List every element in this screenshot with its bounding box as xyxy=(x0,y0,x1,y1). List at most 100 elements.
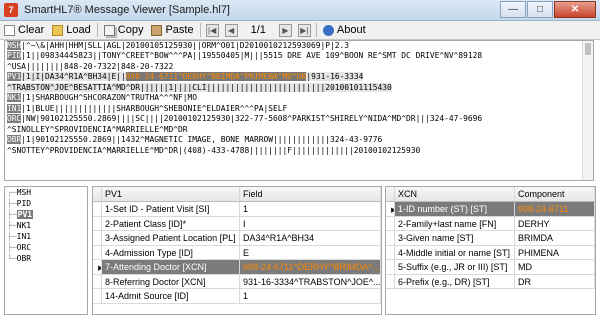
table-row[interactable]: 3-Assigned Patient Location [PL] DA34^R1A… xyxy=(93,231,381,246)
row-value-cell[interactable]: 998-24-6711^DERHY^BRIMDA^... xyxy=(240,260,381,274)
row-name-cell[interactable]: 2-Family+last name [FN] xyxy=(395,216,515,230)
row-value-cell[interactable]: DERHY xyxy=(515,216,595,230)
column-header[interactable]: Field xyxy=(240,187,381,201)
row-name-cell[interactable]: 8-Referring Doctor [XCN] xyxy=(102,274,240,288)
table-row[interactable]: 2-Family+last name [FN] DERHY xyxy=(386,216,595,231)
minimize-button[interactable]: — xyxy=(500,1,526,18)
table-row[interactable]: ▶1-ID number (ST) [ST]998-24-6711 xyxy=(386,202,595,217)
tree-item-in1[interactable]: ├─IN1 xyxy=(5,231,87,242)
toolbar-divider xyxy=(315,23,317,37)
tree-connector: └─ xyxy=(7,254,17,263)
row-indicator: ▶ xyxy=(386,202,395,216)
tree-item-msh[interactable]: ┌─MSH xyxy=(5,187,87,198)
grid-header: XCN Component xyxy=(386,187,595,202)
row-name-cell[interactable]: 4-Admission Type [ID] xyxy=(102,245,240,259)
help-icon xyxy=(322,24,334,36)
row-name-cell[interactable]: 3-Given name [ST] xyxy=(395,231,515,245)
row-name-cell[interactable]: 7-Attending Doctor [XCN] xyxy=(102,260,240,274)
row-value-cell[interactable]: 931-16-3334^TRABSTON^JOE^... xyxy=(240,274,381,288)
message-line: PID|1||09834445823||TONY^CREET^BOW^^^PA|… xyxy=(5,51,593,61)
row-name-cell[interactable]: 3-Assigned Patient Location [PL] xyxy=(102,231,240,245)
segment-text: |1|BLUE|||||||||||||SHARBOUGH^SHEBONIE^E… xyxy=(21,103,288,113)
column-header[interactable]: Component xyxy=(515,187,595,201)
column-header[interactable] xyxy=(386,187,395,201)
next-page-button[interactable]: ▶ xyxy=(278,23,292,37)
about-label: About xyxy=(336,24,366,36)
vertical-scrollbar[interactable] xyxy=(582,41,593,180)
clear-button[interactable]: Clear xyxy=(0,22,48,39)
row-value-cell[interactable]: I xyxy=(240,216,381,230)
row-value-cell[interactable]: MD xyxy=(515,260,595,274)
tree-item-pid[interactable]: ├─PID xyxy=(5,198,87,209)
row-name-cell[interactable]: 6-Prefix (e.g., DR) [ST] xyxy=(395,274,515,288)
row-value-cell[interactable]: 998-24-6711 xyxy=(515,202,595,216)
table-row[interactable]: 2-Patient Class [ID]* I xyxy=(93,216,381,231)
row-indicator xyxy=(93,289,102,303)
row-name-cell[interactable]: 4-Middle initial or name [ST] xyxy=(395,245,515,259)
column-header[interactable]: XCN xyxy=(395,187,515,201)
maximize-button[interactable]: □ xyxy=(527,1,553,18)
column-header[interactable] xyxy=(93,187,102,201)
toolbar-divider xyxy=(96,23,98,37)
row-name-cell[interactable]: 1-Set ID - Patient Visit [SI] xyxy=(102,202,240,216)
row-name-cell[interactable]: 1-ID number (ST) [ST] xyxy=(395,202,515,216)
table-row[interactable]: ▶7-Attending Doctor [XCN]998-24-6711^DER… xyxy=(93,260,381,275)
page-indicator: 1/1 xyxy=(250,24,266,36)
first-page-button[interactable]: |◀ xyxy=(205,23,219,37)
paste-icon xyxy=(151,24,163,36)
tree-item-pv1[interactable]: ├─PV1 xyxy=(5,209,87,220)
about-button[interactable]: About xyxy=(319,22,370,39)
tree-connector: ├─ xyxy=(7,232,17,241)
tree-item-label: PV1 xyxy=(16,210,34,219)
window-title: SmartHL7® Message Viewer [Sample.hl7] xyxy=(24,4,230,16)
row-name-cell[interactable]: 5-Suffix (e.g., JR or III) [ST] xyxy=(395,260,515,274)
segment-text: ^SINOLLEY^SPROVIDENCIA^MARRIELLE^MD^DR xyxy=(7,124,188,134)
prev-page-button[interactable]: ◀ xyxy=(224,23,238,37)
table-row[interactable]: 14-Admit Source [ID] 1 xyxy=(93,289,381,304)
message-line: ^SNOTTEY^PROVIDENCIA^MARRIELLE^MD^DR|(40… xyxy=(5,146,593,156)
row-name-cell[interactable]: 2-Patient Class [ID]* xyxy=(102,216,240,230)
segment-text: |^~\&|AHH|HHM|SLL|AGL|20100105125930||OR… xyxy=(21,41,350,50)
tree-item-label: PID xyxy=(16,199,32,208)
last-page-icon: ▶| xyxy=(300,25,309,35)
table-row[interactable]: 1-Set ID - Patient Visit [SI] 1 xyxy=(93,202,381,217)
table-row[interactable]: 5-Suffix (e.g., JR or III) [ST] MD xyxy=(386,260,595,275)
last-page-button[interactable]: ▶| xyxy=(297,23,311,37)
first-page-icon: |◀ xyxy=(207,25,217,35)
tree-item-nk1[interactable]: ├─NK1 xyxy=(5,220,87,231)
table-row[interactable]: 3-Given name [ST] BRIMDA xyxy=(386,231,595,246)
row-value-cell[interactable]: DA34^R1A^BH34 xyxy=(240,231,381,245)
row-value-cell[interactable]: BRIMDA xyxy=(515,231,595,245)
tree-item-orc[interactable]: ├─ORC xyxy=(5,242,87,253)
scrollbar-thumb[interactable] xyxy=(585,43,591,55)
column-header[interactable]: PV1 xyxy=(102,187,240,201)
segment-text: |1|SHARBOUGH^SHCORAZON^TRUTHA^^^NF|MO xyxy=(21,93,198,103)
table-row[interactable]: 6-Prefix (e.g., DR) [ST] DR xyxy=(386,274,595,289)
selected-segment-text: |931-16-3334 xyxy=(306,72,364,82)
toolbar-divider xyxy=(199,23,201,37)
title-bar: 7 SmartHL7® Message Viewer [Sample.hl7] … xyxy=(0,0,600,21)
tree-item-label: MSH xyxy=(16,188,32,197)
row-value-cell[interactable]: PHIMENA xyxy=(515,245,595,259)
prev-page-icon: ◀ xyxy=(228,25,235,35)
close-button[interactable]: ✕ xyxy=(554,1,596,18)
clear-page-icon xyxy=(4,24,15,36)
message-text-area[interactable]: MSH|^~\&|AHH|HHM|SLL|AGL|20100105125930|… xyxy=(4,40,594,181)
load-button[interactable]: Load xyxy=(48,22,94,39)
table-row[interactable]: 4-Admission Type [ID] E xyxy=(93,245,381,260)
paste-button[interactable]: Paste xyxy=(147,22,197,39)
row-value-cell[interactable]: E xyxy=(240,245,381,259)
segment-tag: PID xyxy=(7,51,22,61)
grid-header: PV1 Field xyxy=(93,187,381,202)
row-value-cell[interactable]: 1 xyxy=(240,289,381,303)
table-row[interactable]: 4-Middle initial or name [ST] PHIMENA xyxy=(386,245,595,260)
row-value-cell[interactable]: 1 xyxy=(240,202,381,216)
copy-button[interactable]: Copy xyxy=(100,22,148,39)
table-row[interactable]: 8-Referring Doctor [XCN] 931-16-3334^TRAB… xyxy=(93,274,381,289)
message-line: MSH|^~\&|AHH|HHM|SLL|AGL|20100105125930|… xyxy=(5,41,593,51)
paste-label: Paste xyxy=(165,24,194,36)
tree-item-obr[interactable]: └─OBR xyxy=(5,253,87,264)
row-value-cell[interactable]: DR xyxy=(515,274,595,288)
row-name-cell[interactable]: 14-Admit Source [ID] xyxy=(102,289,240,303)
row-indicator xyxy=(386,245,395,259)
